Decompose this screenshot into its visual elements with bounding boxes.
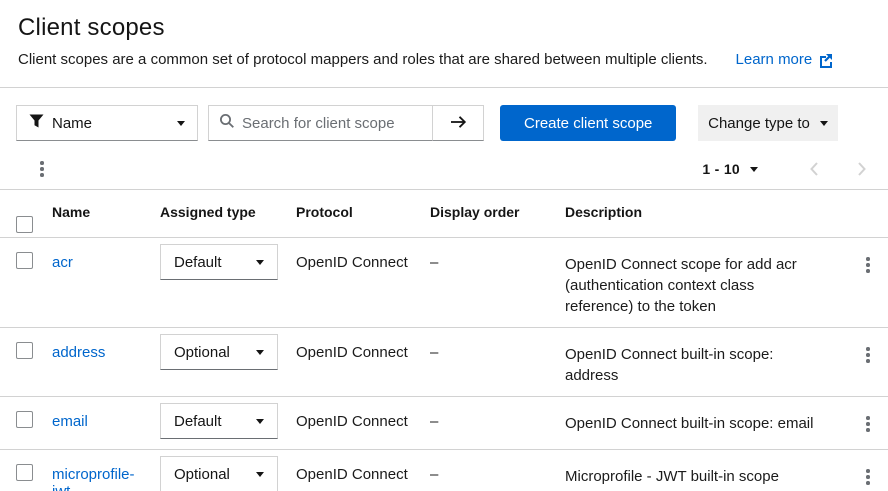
assigned-type-value: Optional (174, 466, 230, 483)
column-header-description: Description (565, 190, 850, 238)
row-checkbox[interactable] (16, 411, 33, 428)
search-group (208, 105, 484, 141)
arrow-right-icon (450, 115, 467, 132)
chevron-down-icon (177, 121, 185, 126)
description-cell: OpenID Connect built-in scope: address (565, 328, 850, 397)
description-cell: OpenID Connect scope for add acr (authen… (565, 238, 850, 328)
search-input[interactable] (242, 115, 412, 132)
assigned-type-value: Default (174, 413, 222, 430)
chevron-down-icon (256, 350, 264, 355)
description-cell: OpenID Connect built-in scope: email (565, 397, 850, 450)
assigned-type-value: Default (174, 254, 222, 271)
kebab-icon (866, 416, 870, 432)
pagination-range: 1 - 10 (702, 161, 740, 177)
learn-more-label: Learn more (736, 51, 813, 68)
client-scopes-page: Client scopes Client scopes are a common… (0, 0, 888, 491)
table-row: email Default OpenID Connect – OpenID Co… (0, 397, 888, 450)
search-icon (219, 113, 235, 134)
column-header-display-order: Display order (430, 190, 565, 238)
chevron-down-icon (256, 472, 264, 477)
learn-more-link[interactable]: Learn more (736, 51, 835, 68)
chevron-down-icon (256, 419, 264, 424)
assigned-type-select[interactable]: Optional (160, 456, 278, 491)
kebab-icon (40, 161, 44, 177)
row-kebab-button[interactable] (850, 461, 886, 491)
chevron-right-icon (857, 161, 867, 177)
row-kebab-button[interactable] (850, 249, 886, 281)
scope-name-link[interactable]: address (52, 344, 105, 361)
assigned-type-select[interactable]: Default (160, 403, 278, 439)
row-checkbox[interactable] (16, 252, 33, 269)
kebab-icon (866, 347, 870, 363)
kebab-icon (866, 469, 870, 485)
display-order-cell: – (430, 238, 565, 328)
pagination-prev-button[interactable] (794, 151, 834, 187)
chevron-left-icon (809, 161, 819, 177)
display-order-cell: – (430, 450, 565, 491)
toolbar-kebab-button[interactable] (26, 153, 58, 185)
protocol-cell: OpenID Connect (296, 238, 430, 328)
display-order-cell: – (430, 328, 565, 397)
chevron-down-icon (256, 260, 264, 265)
row-kebab-button[interactable] (850, 339, 886, 371)
assigned-type-select[interactable]: Optional (160, 334, 278, 370)
chevron-down-icon (750, 167, 758, 172)
filter-type-select[interactable]: Name (16, 105, 198, 141)
external-link-icon (818, 52, 834, 68)
assigned-type-value: Optional (174, 344, 230, 361)
pagination-range-toggle[interactable]: 1 - 10 (702, 161, 758, 177)
page-subtitle: Client scopes are a common set of protoc… (18, 51, 708, 68)
column-header-name: Name (52, 190, 160, 238)
scope-name-link[interactable]: microprofile-jwt (52, 466, 135, 491)
table-row: acr Default OpenID Connect – OpenID Conn… (0, 238, 888, 328)
display-order-cell: – (430, 397, 565, 450)
client-scopes-table: Name Assigned type Protocol Display orde… (0, 189, 888, 491)
column-header-protocol: Protocol (296, 190, 430, 238)
filter-selected-label: Name (52, 115, 92, 132)
page-title: Client scopes (18, 14, 872, 42)
protocol-cell: OpenID Connect (296, 397, 430, 450)
pagination: 1 - 10 (702, 151, 882, 187)
scope-name-link[interactable]: acr (52, 254, 73, 271)
column-header-assigned-type: Assigned type (160, 190, 296, 238)
row-kebab-button[interactable] (850, 408, 886, 440)
protocol-cell: OpenID Connect (296, 450, 430, 491)
toolbar: Name Create client scope Chan (0, 88, 888, 189)
column-header-actions (850, 190, 888, 238)
assigned-type-select[interactable]: Default (160, 244, 278, 280)
scope-name-link[interactable]: email (52, 413, 88, 430)
page-header: Client scopes Client scopes are a common… (0, 0, 888, 88)
row-checkbox[interactable] (16, 342, 33, 359)
description-cell: Microprofile - JWT built-in scope (565, 450, 850, 491)
pagination-next-button[interactable] (842, 151, 882, 187)
table-header-row: Name Assigned type Protocol Display orde… (0, 190, 888, 238)
table-row: microprofile-jwt Optional OpenID Connect… (0, 450, 888, 491)
protocol-cell: OpenID Connect (296, 328, 430, 397)
row-checkbox[interactable] (16, 464, 33, 481)
change-type-dropdown[interactable]: Change type to (698, 105, 838, 141)
create-client-scope-button[interactable]: Create client scope (500, 105, 676, 141)
change-type-label: Change type to (708, 115, 810, 132)
table-row: address Optional OpenID Connect – OpenID… (0, 328, 888, 397)
select-all-checkbox[interactable] (16, 216, 33, 233)
search-submit-button[interactable] (432, 105, 484, 141)
filter-icon (29, 114, 44, 132)
kebab-icon (866, 257, 870, 273)
chevron-down-icon (820, 121, 828, 126)
